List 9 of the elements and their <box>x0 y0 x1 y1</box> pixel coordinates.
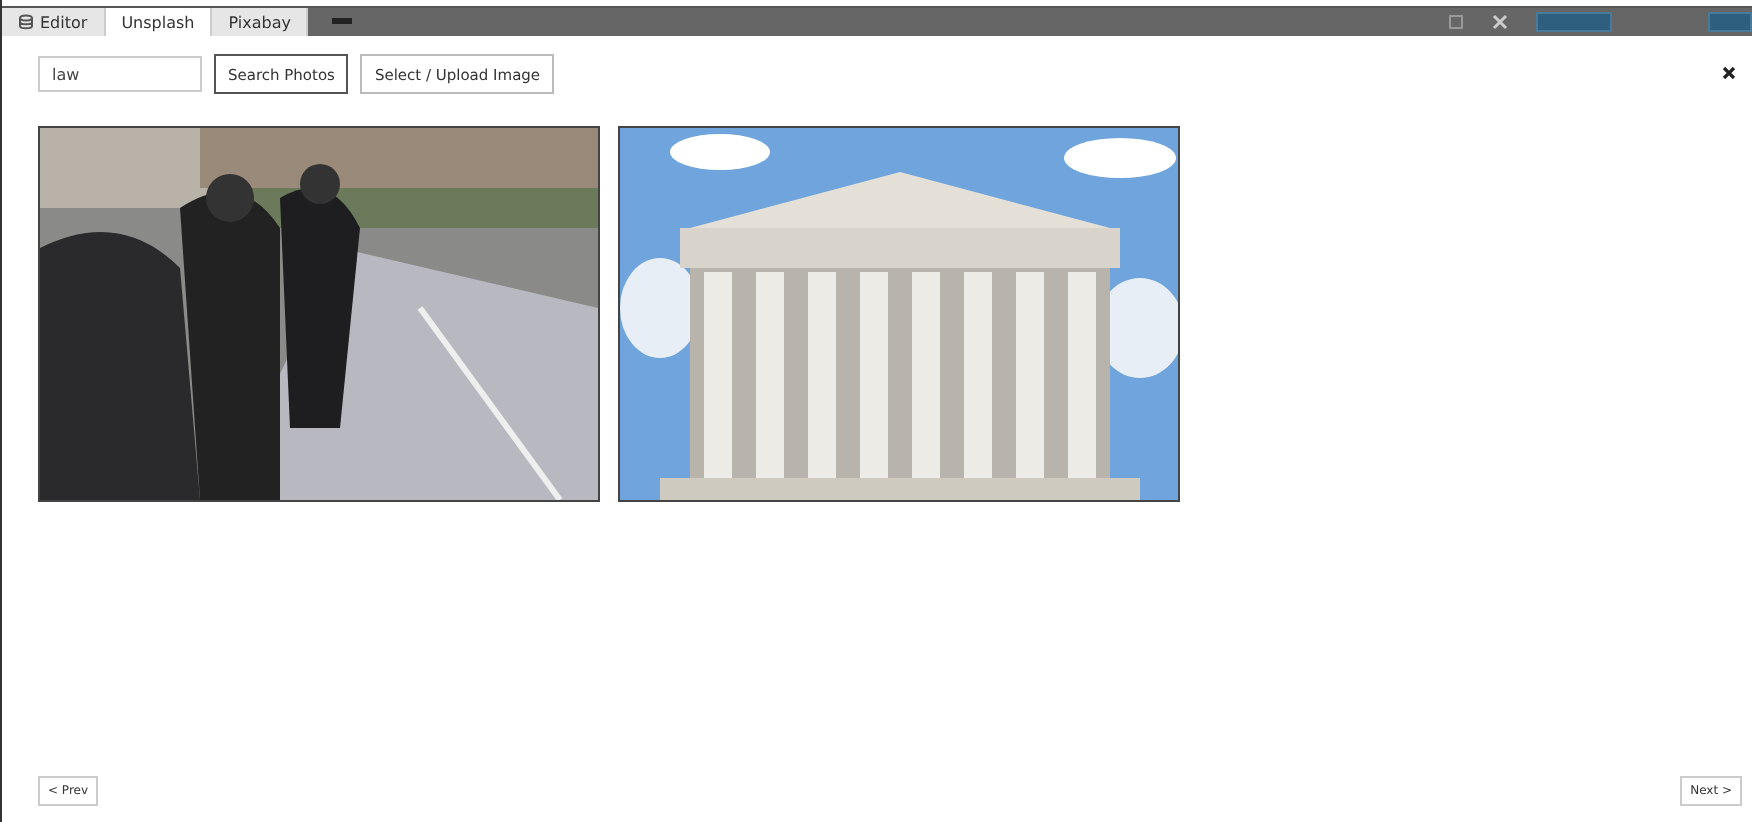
expand-icon <box>1448 14 1464 30</box>
toolbar-button[interactable] <box>1708 12 1752 32</box>
toolbar-button[interactable] <box>1536 12 1612 32</box>
database-icon <box>18 14 34 30</box>
close-icon[interactable] <box>1722 63 1736 85</box>
search-field[interactable]: law <box>38 56 202 92</box>
minus-icon <box>332 18 353 26</box>
tab[interactable]: Pixabay <box>212 8 309 36</box>
tab[interactable]: Editor <box>2 8 106 36</box>
